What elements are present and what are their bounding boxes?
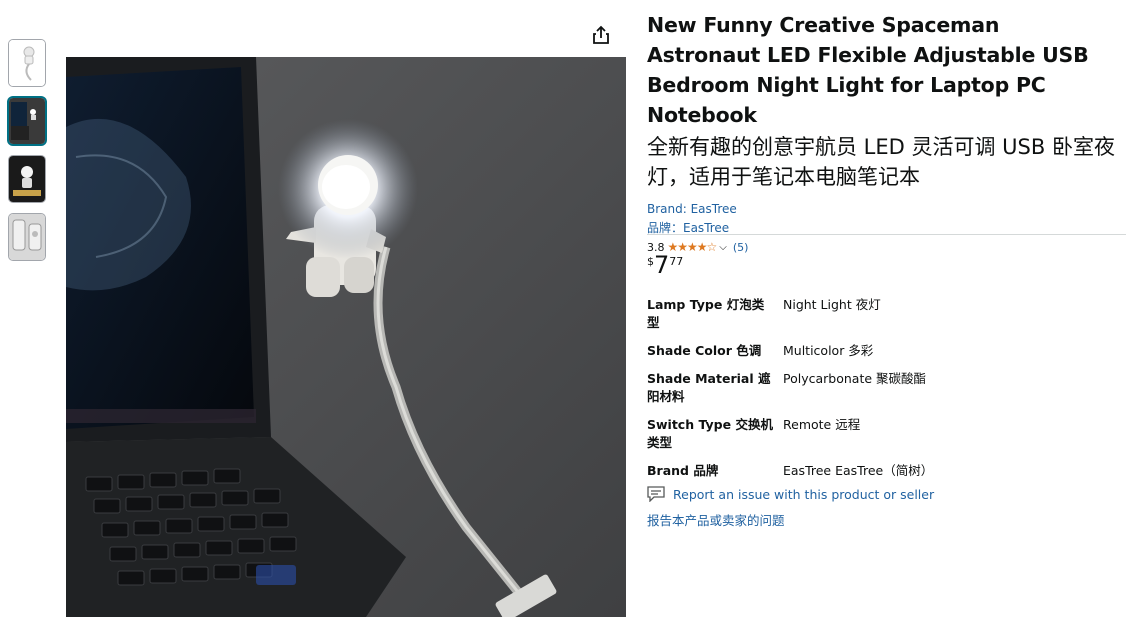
main-product-image[interactable] bbox=[66, 57, 626, 617]
thumbnail-2[interactable] bbox=[8, 97, 46, 145]
chevron-down-icon[interactable]: ⌵ bbox=[719, 238, 727, 257]
thumbnail-strip bbox=[8, 39, 46, 271]
spec-value: Multicolor 多彩 bbox=[783, 343, 874, 358]
thumbnail-image bbox=[9, 214, 45, 260]
price-fraction: 77 bbox=[669, 255, 684, 268]
thumbnail-3[interactable] bbox=[8, 155, 46, 203]
spec-value: Remote 远程 bbox=[783, 417, 861, 432]
rating-row: 3.8 ★★★★☆ ⌵ (5) bbox=[647, 238, 1117, 257]
product-title-translation: 全新有趣的创意宇航员 LED 灵活可调 USB 卧室夜灯，适用于笔记本电脑笔记本 bbox=[647, 135, 1115, 189]
thumbnail-4[interactable] bbox=[8, 213, 46, 261]
thumbnail-image bbox=[9, 40, 45, 86]
price: $ 7 77 bbox=[647, 250, 683, 280]
price-whole: 7 bbox=[654, 251, 670, 279]
spec-value: Night Light 夜灯 bbox=[783, 297, 881, 312]
divider bbox=[647, 234, 1126, 235]
thumbnail-image bbox=[9, 156, 45, 202]
price-currency: $ bbox=[647, 255, 654, 268]
thumbnail-image bbox=[9, 98, 45, 144]
spec-key: Switch Type 交换机类型 bbox=[647, 417, 773, 450]
spec-row: Lamp Type 灯泡类型 Night Light 夜灯 bbox=[647, 296, 947, 342]
product-title: New Funny Creative Spaceman Astronaut LE… bbox=[647, 13, 1089, 127]
report-issue: Report an issue with this product or sel… bbox=[647, 484, 934, 529]
report-comment-icon[interactable] bbox=[647, 486, 665, 503]
share-icon[interactable] bbox=[590, 24, 612, 46]
spec-row: Shade Color 色调 Multicolor 多彩 bbox=[647, 342, 947, 370]
report-issue-link[interactable]: Report an issue with this product or sel… bbox=[673, 487, 934, 502]
thumbnail-1[interactable] bbox=[8, 39, 46, 87]
spec-key: Lamp Type 灯泡类型 bbox=[647, 297, 765, 330]
product-details: New Funny Creative Spaceman Astronaut LE… bbox=[647, 10, 1117, 257]
spec-key: Shade Material 遮阳材料 bbox=[647, 371, 771, 404]
spec-row: Switch Type 交换机类型 Remote 远程 bbox=[647, 416, 947, 462]
spec-row: Shade Material 遮阳材料 Polycarbonate 聚碳酸酯 bbox=[647, 370, 947, 416]
spec-value: Polycarbonate 聚碳酸酯 bbox=[783, 371, 927, 386]
brand-link[interactable]: Brand: EasTree bbox=[647, 200, 1117, 219]
spec-key: Shade Color 色调 bbox=[647, 343, 762, 358]
report-issue-link-translation[interactable]: 报告本产品或卖家的问题 bbox=[647, 510, 934, 529]
product-overview-table: Lamp Type 灯泡类型 Night Light 夜灯 Shade Colo… bbox=[647, 296, 947, 490]
brand-link-translation[interactable]: 品牌：EasTree bbox=[647, 219, 1117, 238]
rating-count-link[interactable]: (5) bbox=[733, 238, 749, 257]
